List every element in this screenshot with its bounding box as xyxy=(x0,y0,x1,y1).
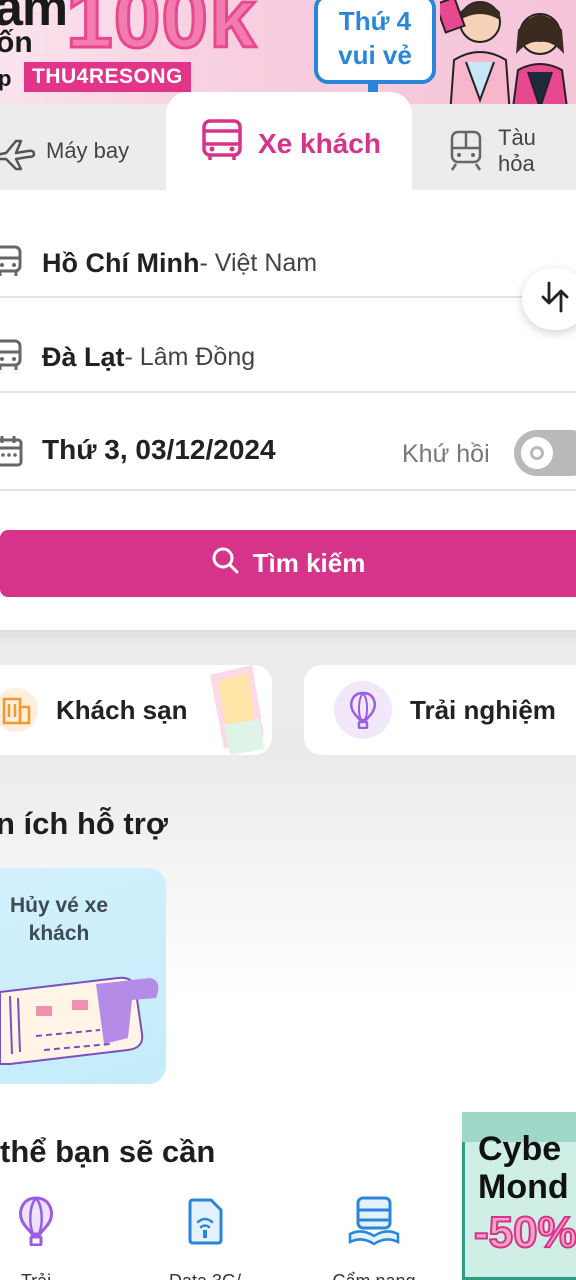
destination-city: Đà Lạt xyxy=(42,341,125,372)
banner-promo-code: THU4RESONG xyxy=(24,62,191,92)
airplane-icon xyxy=(0,131,36,171)
search-button[interactable]: Tìm kiếm xyxy=(0,530,576,597)
experience-quick-link[interactable]: Trải nghiệm xyxy=(304,665,576,755)
banner-amount: 100k xyxy=(65,0,258,67)
suggest-item-label: Data 3G/ xyxy=(169,1271,241,1280)
promo-title-line2: Mond xyxy=(478,1168,569,1206)
bus-guide-icon xyxy=(348,1196,400,1251)
suggest-item-experience[interactable]: Trải xyxy=(4,1196,68,1280)
origin-region: - Việt Nam xyxy=(199,248,318,277)
suggest-section-title: thể bạn sẽ cần xyxy=(0,1134,216,1169)
bus-stop-icon xyxy=(0,244,42,283)
calendar-icon xyxy=(0,434,24,473)
hotel-icon xyxy=(0,688,38,732)
banner-sign-line2: vui vẻ xyxy=(338,40,412,70)
support-section-title: n ích hỗ trợ xyxy=(0,806,168,841)
ticket-illustration xyxy=(0,976,159,1065)
search-button-label: Tìm kiếm xyxy=(252,548,366,578)
origin-city: Hồ Chí Minh xyxy=(42,247,200,278)
divider xyxy=(0,296,576,298)
swap-arrows-icon xyxy=(540,281,570,318)
tab-train-label: Tàu hỏa xyxy=(498,125,536,176)
hotel-quick-link-label: Khách sạn xyxy=(56,694,188,725)
round-trip-toggle-knob xyxy=(521,437,553,469)
promo-title: Cybe Mond xyxy=(478,1130,569,1206)
destination-field[interactable]: Đà Lạt - Lâm Đồng xyxy=(0,334,576,380)
train-icon xyxy=(448,130,484,172)
search-icon xyxy=(211,546,239,581)
round-trip-label: Khứ hồi xyxy=(402,440,490,468)
banner-people-illustration xyxy=(440,0,570,115)
divider xyxy=(0,391,576,393)
suggest-item-guide[interactable]: Cẩm nang xyxy=(326,1196,422,1280)
bus-icon xyxy=(200,118,244,169)
banner-sign: Thứ 4 vui vẻ xyxy=(314,0,436,84)
departure-date-field[interactable]: Thứ 3, 03/12/2024 xyxy=(42,434,276,466)
suggest-item-label: Cẩm nang xyxy=(332,1271,415,1280)
tab-flight[interactable]: Máy bay xyxy=(0,128,129,174)
hot-air-balloon-icon xyxy=(334,681,392,739)
tab-train[interactable]: Tàu hỏa xyxy=(448,125,576,176)
divider xyxy=(0,489,576,491)
promo-discount: -50% xyxy=(473,1207,576,1258)
swap-locations-button[interactable] xyxy=(522,268,576,330)
hot-air-balloon-icon xyxy=(17,1196,55,1251)
tab-bus-label: Xe khách xyxy=(258,127,381,159)
sim-card-icon xyxy=(185,1196,225,1251)
bus-stop-icon xyxy=(0,338,42,377)
tab-bus[interactable]: Xe khách xyxy=(200,118,381,169)
banner-code-prefix: p xyxy=(0,66,12,91)
origin-field[interactable]: Hồ Chí Minh - Việt Nam xyxy=(0,240,576,286)
hotel-quick-link[interactable]: Khách sạn xyxy=(0,665,272,755)
suggest-item-label: Trải xyxy=(21,1271,51,1280)
suggest-item-data-sim[interactable]: Data 3G/ xyxy=(160,1196,250,1280)
experience-quick-link-label: Trải nghiệm xyxy=(410,694,556,725)
card-shadow xyxy=(0,630,576,644)
destination-region: - Lâm Đồng xyxy=(124,342,256,371)
tab-flight-label: Máy bay xyxy=(46,138,130,163)
cancel-bus-ticket-label: Hủy vé xe khách xyxy=(9,894,109,945)
banner-title-line2: ốn xyxy=(0,26,33,59)
promo-title-line1: Cybe xyxy=(478,1130,562,1168)
banner-sign-line1: Thứ 4 xyxy=(338,6,412,36)
hotel-card-decoration xyxy=(210,665,264,755)
